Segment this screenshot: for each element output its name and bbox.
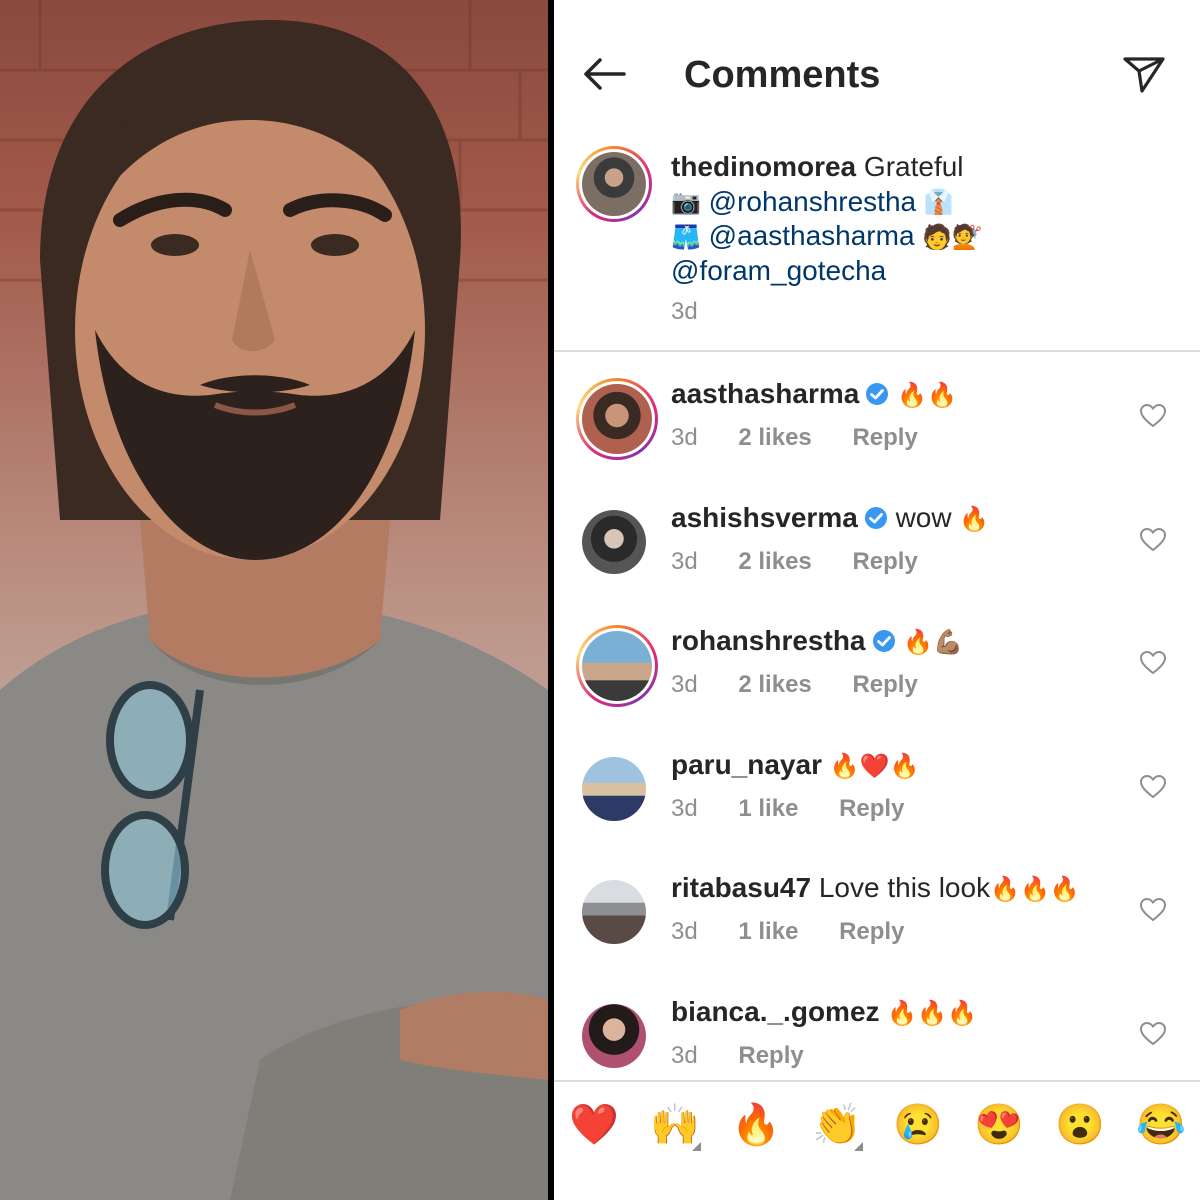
comment-item: ritabasu47 Love this look🔥🔥🔥 3d 1 like R… [576, 868, 1186, 978]
verified-badge-icon [872, 630, 895, 652]
caption-time: 3d [671, 298, 698, 325]
comment-time: 3d [671, 548, 698, 575]
necktie-icon: 👔 [923, 189, 954, 217]
comment-username[interactable]: aasthasharma [671, 378, 859, 409]
fire-icon: 🔥 [959, 505, 990, 533]
avatar[interactable] [576, 625, 658, 707]
avatar[interactable] [582, 757, 646, 821]
arrow-left-icon [584, 58, 626, 90]
post-photo [0, 0, 548, 1200]
comment-time: 3d [671, 1042, 698, 1069]
shorts-icon: 🩳 [671, 223, 701, 251]
clapping-hands-reaction[interactable]: 👏 [807, 1105, 867, 1151]
share-button[interactable] [1122, 54, 1166, 94]
reply-button[interactable]: Reply [839, 795, 904, 822]
person-haircut-icon: 🧑💇 [922, 223, 983, 251]
caption-username[interactable]: thedinomorea [671, 151, 856, 182]
comment-username[interactable]: bianca._.gomez [671, 996, 880, 1027]
likes-count[interactable]: 2 likes [738, 548, 811, 575]
heart-icon[interactable] [1140, 898, 1166, 922]
comments-panel: Comments thedinomorea Grateful 📷 @rohans… [554, 0, 1200, 1200]
comment-text: Love this look [818, 872, 991, 903]
raised-hands-reaction[interactable]: 🙌 [645, 1105, 705, 1151]
verified-badge-icon [864, 507, 887, 529]
comment-username[interactable]: ritabasu47 [671, 872, 811, 903]
reply-button[interactable]: Reply [852, 424, 917, 451]
divider [554, 350, 1200, 352]
comment-item: ashishsverma wow 🔥 3d 2 likes Reply [576, 498, 1186, 608]
fire-muscle-icon: 🔥💪🏽 [903, 628, 964, 656]
heart-icon[interactable] [1140, 775, 1166, 799]
caption-text: thedinomorea Grateful 📷 @rohanshrestha 👔… [671, 150, 982, 288]
red-heart-reaction[interactable]: ❤️ [564, 1105, 624, 1145]
fire-icon: 🔥🔥🔥 [990, 875, 1080, 903]
comment-username[interactable]: rohanshrestha [671, 625, 866, 656]
fire-heart-icon: 🔥❤️🔥 [829, 752, 920, 780]
back-button[interactable] [582, 56, 626, 92]
reply-button[interactable]: Reply [852, 671, 917, 698]
reply-button[interactable]: Reply [738, 1042, 803, 1069]
comment-username[interactable]: ashishsverma [671, 502, 858, 533]
mention-link[interactable]: @aasthasharma [709, 220, 915, 251]
likes-count[interactable]: 2 likes [738, 671, 811, 698]
tears-of-joy-reaction[interactable]: 😂 [1131, 1105, 1191, 1145]
reply-button[interactable]: Reply [852, 548, 917, 575]
comment-time: 3d [671, 671, 698, 698]
fire-reaction[interactable]: 🔥 [726, 1105, 786, 1145]
heart-icon[interactable] [1140, 651, 1166, 675]
likes-count[interactable]: 1 like [738, 795, 798, 822]
heart-icon[interactable] [1140, 1022, 1166, 1046]
verified-badge-icon [866, 383, 889, 405]
caption-line-text: Grateful [863, 151, 964, 182]
reply-button[interactable]: Reply [839, 918, 904, 945]
divider [554, 1080, 1200, 1082]
portrait-illustration [0, 0, 548, 1200]
avatar[interactable] [582, 510, 646, 574]
paper-plane-icon [1123, 57, 1165, 93]
comment-item: rohanshrestha 🔥💪🏽 3d 2 likes Reply [576, 621, 1186, 731]
comment-time: 3d [671, 424, 698, 451]
author-avatar[interactable] [576, 146, 652, 222]
camera-icon: 📷 [671, 189, 701, 217]
avatar[interactable] [582, 1004, 646, 1068]
fire-icon: 🔥🔥🔥 [887, 999, 977, 1027]
avatar[interactable] [576, 378, 658, 460]
crying-face-reaction[interactable]: 😢 [888, 1105, 948, 1145]
mention-link[interactable]: @rohanshrestha [709, 186, 916, 217]
mention-link[interactable]: @foram_gotecha [671, 255, 886, 286]
heart-icon[interactable] [1140, 528, 1166, 552]
comment-time: 3d [671, 918, 698, 945]
comment-time: 3d [671, 795, 698, 822]
comment-text: wow [895, 502, 952, 533]
fire-icon: 🔥🔥 [897, 381, 957, 409]
heart-eyes-reaction[interactable]: 😍 [969, 1105, 1029, 1145]
page-title: Comments [684, 54, 881, 96]
comment-item: aasthasharma 🔥🔥 3d 2 likes Reply [576, 374, 1186, 484]
likes-count[interactable]: 1 like [738, 918, 798, 945]
comment-item: paru_nayar 🔥❤️🔥 3d 1 like Reply [576, 745, 1186, 855]
quick-reactions-bar: ❤️ 🙌 🔥 👏 😢 😍 😮 😂 [554, 1085, 1200, 1200]
post-caption: thedinomorea Grateful 📷 @rohanshrestha 👔… [576, 146, 1176, 346]
surprised-face-reaction[interactable]: 😮 [1050, 1105, 1110, 1145]
comment-username[interactable]: paru_nayar [671, 749, 822, 780]
heart-icon[interactable] [1140, 404, 1166, 428]
likes-count[interactable]: 2 likes [738, 424, 811, 451]
avatar[interactable] [582, 880, 646, 944]
